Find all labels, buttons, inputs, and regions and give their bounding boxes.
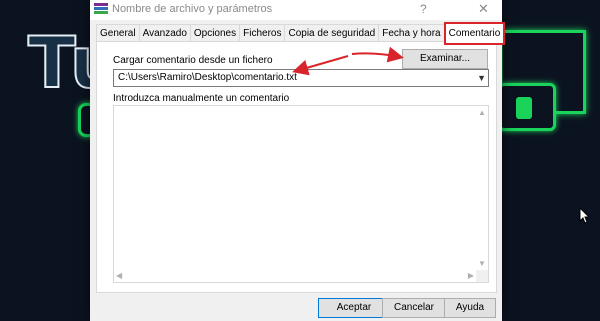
help-title-button[interactable]: ? [420,2,427,16]
comment-tab-panel: Cargar comentario desde un fichero Exami… [96,41,497,293]
comment-file-path-input[interactable]: C:\Users\Ramiro\Desktop\comentario.txt ▼ [113,69,489,87]
scroll-left-icon[interactable]: ◀ [116,271,122,280]
scroll-down-icon[interactable]: ▼ [478,259,486,268]
title-bar[interactable]: Nombre de archivo y parámetros ? ✕ [90,0,502,20]
horizontal-scrollbar[interactable]: ◀ ▶ [114,270,476,282]
load-comment-label: Cargar comentario desde un fichero [113,55,273,66]
browse-button[interactable]: Examinar... [402,49,488,69]
mouse-pointer-icon [579,207,591,224]
help-button[interactable]: Ayuda [444,298,496,318]
scroll-right-icon[interactable]: ▶ [468,271,474,280]
scroll-up-icon[interactable]: ▲ [478,108,486,117]
background-green-block [516,97,532,119]
ok-button[interactable]: Aceptar [318,298,390,318]
comment-file-path-value: C:\Users\Ramiro\Desktop\comentario.txt [118,72,297,83]
manual-comment-label: Introduzca manualmente un comentario [113,93,290,104]
tab-backup[interactable]: Copia de seguridad [284,24,380,42]
archive-parameters-dialog: Nombre de archivo y parámetros ? ✕ Gener… [90,0,506,321]
tab-options[interactable]: Opciones [189,24,241,42]
close-button[interactable]: ✕ [478,1,489,17]
window-title: Nombre de archivo y parámetros [112,3,273,15]
tab-files[interactable]: Ficheros [239,24,286,42]
scrollbar-corner [476,270,488,282]
manual-comment-textarea[interactable]: ▲ ▼ ◀ ▶ [113,105,489,283]
tab-strip: General Avanzado Opciones Ficheros Copia… [96,22,506,45]
tab-comment[interactable]: Comentario [443,22,506,45]
vertical-scrollbar[interactable]: ▲ ▼ [476,106,488,270]
chevron-down-icon[interactable]: ▼ [477,70,486,86]
tab-date-time[interactable]: Fecha y hora [378,24,445,42]
tab-general[interactable]: General [96,24,140,42]
winrar-icon [94,3,108,17]
tab-advanced[interactable]: Avanzado [138,24,191,42]
cancel-button[interactable]: Cancelar [382,298,446,318]
